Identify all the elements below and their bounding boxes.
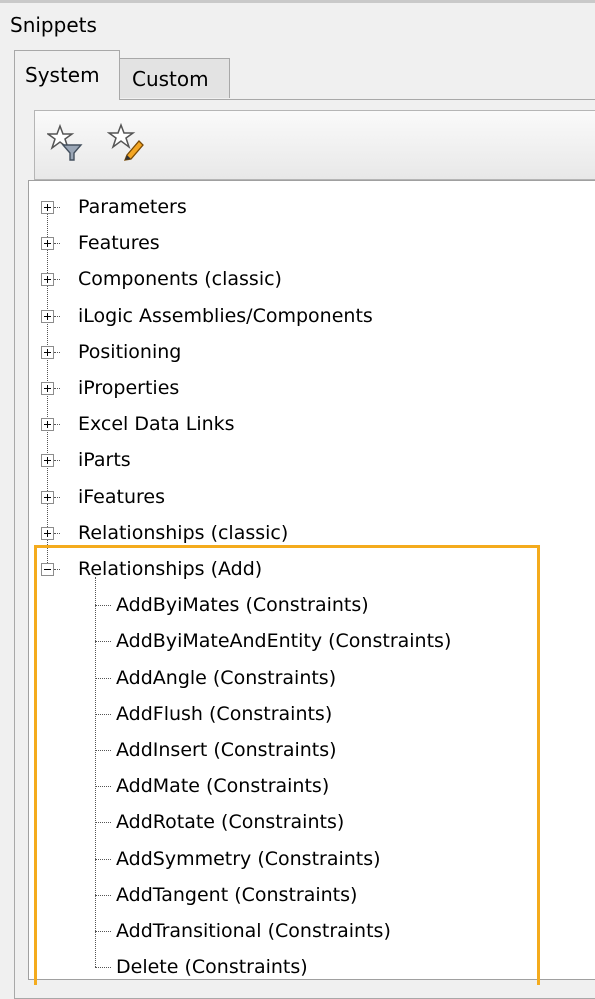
tree-child-item[interactable]: AddRotate (Constraints) (116, 810, 344, 834)
tree-connector-horizontal (95, 677, 111, 679)
window-title: Snippets (10, 13, 97, 37)
star-edit-button[interactable] (106, 121, 147, 165)
tree-connector-horizontal (54, 569, 60, 570)
expand-icon[interactable] (41, 345, 54, 359)
tree-child-item[interactable]: AddTransitional (Constraints) (116, 919, 391, 943)
tree-node-label[interactable]: Components (classic) (78, 267, 282, 291)
tree-connector-horizontal (95, 641, 111, 643)
tree-node-label[interactable]: iProperties (78, 376, 179, 400)
tree-child-item[interactable]: AddFlush (Constraints) (116, 702, 332, 726)
tree-node-label[interactable]: Parameters (78, 195, 187, 219)
tree-node-label[interactable]: iParts (78, 448, 131, 472)
expand-icon[interactable] (41, 237, 54, 251)
tree-node-label[interactable]: iFeatures (78, 485, 165, 509)
expand-icon[interactable] (41, 382, 54, 395)
tree-connector-horizontal (54, 279, 60, 281)
tree-connector-horizontal (54, 243, 60, 245)
tree-child-item[interactable]: AddSymmetry (Constraints) (116, 847, 381, 871)
expand-icon[interactable] (41, 526, 54, 540)
star-edit-icon (106, 122, 144, 161)
tree-connector-horizontal (95, 713, 111, 715)
tree-connector-vertical (95, 577, 96, 968)
tree-connector-horizontal (54, 315, 60, 317)
expand-icon[interactable] (41, 309, 54, 323)
tree-child-item[interactable]: AddAngle (Constraints) (116, 666, 336, 690)
tree-connector-horizontal (95, 967, 111, 969)
tree-connector-horizontal (54, 532, 60, 534)
tree-connector-horizontal (54, 460, 60, 462)
tree-connector-horizontal (54, 496, 60, 498)
tree-node-label[interactable]: Positioning (78, 340, 181, 364)
expand-icon[interactable] (41, 273, 54, 287)
tree-node-label[interactable]: Features (78, 231, 160, 255)
snippets-toolbar (34, 110, 595, 180)
tree-connector-horizontal (54, 388, 60, 389)
tree-connector-horizontal (95, 605, 111, 607)
tab-strip: System Custom (0, 44, 595, 100)
star-filter-icon (45, 123, 83, 161)
tree-child-item[interactable]: AddByiMates (Constraints) (116, 593, 369, 617)
tree-node-label[interactable]: Excel Data Links (78, 412, 235, 436)
tree-child-item[interactable]: AddMate (Constraints) (116, 774, 329, 798)
tree-connector-horizontal (54, 351, 60, 353)
expand-icon[interactable] (41, 418, 54, 432)
tree-connector-horizontal (95, 894, 111, 896)
tree-child-item[interactable]: AddTangent (Constraints) (116, 883, 357, 907)
snippet-tree: Parameters Features Components (classic) iL… (28, 180, 595, 980)
tree-connector-horizontal (95, 858, 111, 860)
tree-node-label[interactable]: Relationships (Add) (78, 557, 262, 581)
tab-system[interactable]: System (14, 50, 120, 100)
star-filter-button[interactable] (45, 121, 87, 165)
snippets-title-bar: Snippets (0, 0, 595, 44)
tree-connector-horizontal (95, 931, 111, 932)
collapse-icon[interactable] (41, 563, 54, 576)
tab-custom[interactable]: Custom (120, 58, 230, 98)
expand-icon[interactable] (41, 490, 54, 504)
tree-child-item[interactable]: AddByiMateAndEntity (Constraints) (116, 629, 451, 653)
tree-connector-horizontal (95, 786, 111, 788)
tree-connector-horizontal (54, 424, 60, 426)
tree-connector-horizontal (54, 207, 60, 208)
tree-node-label[interactable]: Relationships (classic) (78, 521, 288, 545)
tree-connector-horizontal (95, 822, 111, 824)
tree-child-item[interactable]: AddInsert (Constraints) (116, 738, 337, 762)
expand-icon[interactable] (41, 454, 54, 468)
expand-icon[interactable] (41, 201, 54, 214)
tree-connector-horizontal (95, 750, 111, 751)
tree-node-label[interactable]: iLogic Assemblies/Components (78, 304, 373, 328)
